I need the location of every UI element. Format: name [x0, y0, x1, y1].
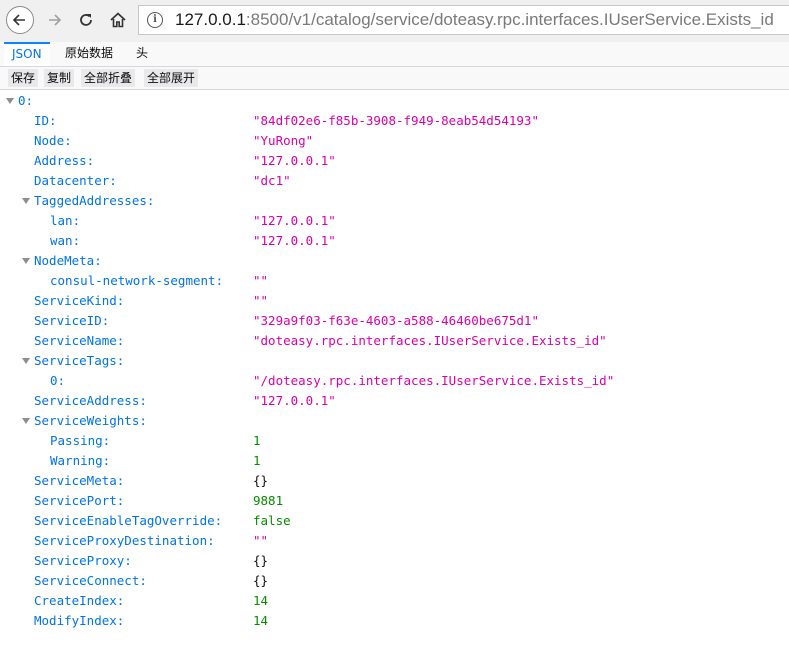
- viewer-tabs: JSON 原始数据 头: [0, 42, 789, 67]
- json-value: {}: [253, 553, 269, 568]
- expand-toggle-icon[interactable]: [6, 98, 14, 104]
- json-key: 0:: [18, 93, 34, 108]
- arrow-left-icon: [12, 14, 25, 26]
- json-key: wan:: [50, 233, 81, 248]
- expand-toggle-icon[interactable]: [22, 418, 30, 424]
- json-value: {}: [253, 573, 269, 588]
- json-value: false: [253, 513, 291, 528]
- browser-toolbar: i 127.0.0.1:8500/v1/catalog/service/dote…: [0, 0, 789, 43]
- json-value: "84df02e6-f85b-3908-f949-8eab54d54193": [253, 113, 539, 128]
- json-key: ServiceKind:: [34, 293, 125, 308]
- json-key: Datacenter:: [34, 173, 117, 188]
- json-key: ID:: [34, 113, 57, 128]
- collapse-all-button[interactable]: 全部折叠: [81, 69, 136, 87]
- expand-toggle-icon[interactable]: [22, 358, 30, 364]
- json-key: consul-network-segment:: [50, 273, 224, 288]
- back-button[interactable]: [6, 6, 34, 34]
- expand-all-button[interactable]: 全部展开: [144, 69, 199, 87]
- json-value: 14: [253, 593, 269, 608]
- reload-button[interactable]: [72, 6, 100, 34]
- json-value: "127.0.0.1": [253, 393, 336, 408]
- reload-icon: [80, 14, 92, 26]
- json-key: Warning:: [50, 453, 111, 468]
- json-value: 1: [253, 453, 261, 468]
- json-key: Node:: [34, 133, 72, 148]
- json-value: "dc1": [253, 173, 291, 188]
- tab-raw-data[interactable]: 原始数据: [57, 42, 121, 66]
- json-value: "": [253, 533, 269, 548]
- json-value: "YuRong": [253, 133, 314, 148]
- json-value: "127.0.0.1": [253, 153, 336, 168]
- json-key: NodeMeta:: [34, 253, 102, 268]
- tab-json[interactable]: JSON: [4, 42, 50, 66]
- address-bar[interactable]: i 127.0.0.1:8500/v1/catalog/service/dote…: [138, 5, 789, 35]
- json-key: ServiceConnect:: [34, 573, 147, 588]
- json-key: 0:: [50, 373, 66, 388]
- url-text: 127.0.0.1:8500/v1/catalog/service/doteas…: [175, 10, 774, 30]
- expand-toggle-icon[interactable]: [22, 258, 30, 264]
- json-key: ServiceMeta:: [34, 473, 125, 488]
- json-value: "": [253, 293, 269, 308]
- json-value: "127.0.0.1": [253, 233, 336, 248]
- forward-button[interactable]: [40, 6, 68, 34]
- json-key: ServiceAddress:: [34, 393, 147, 408]
- json-key: ServicePort:: [34, 493, 125, 508]
- json-value: 9881: [253, 493, 284, 508]
- copy-button[interactable]: 复制: [44, 69, 75, 87]
- expand-toggle-icon[interactable]: [22, 198, 30, 204]
- json-key: TaggedAddresses:: [34, 193, 155, 208]
- json-key: ServiceProxy:: [34, 553, 132, 568]
- json-key: Passing:: [50, 433, 111, 448]
- json-key: ServiceEnableTagOverride:: [34, 513, 223, 528]
- json-key: ModifyIndex:: [34, 613, 125, 628]
- home-icon: [110, 12, 126, 28]
- save-button[interactable]: 保存: [8, 69, 39, 87]
- json-value: {}: [253, 473, 269, 488]
- json-value: 14: [253, 613, 269, 628]
- arrow-right-icon: [49, 14, 62, 26]
- json-toolbar: 保存 复制 全部折叠 全部展开: [0, 67, 789, 90]
- json-key: CreateIndex:: [34, 593, 125, 608]
- json-value: "127.0.0.1": [253, 213, 336, 228]
- json-value: "/doteasy.rpc.interfaces.IUserService.Ex…: [253, 373, 615, 388]
- tab-headers[interactable]: 头: [128, 42, 156, 66]
- info-icon[interactable]: i: [147, 12, 163, 28]
- json-key: ServiceWeights:: [34, 413, 147, 428]
- json-key: ServiceTags:: [34, 353, 125, 368]
- home-button[interactable]: [104, 6, 132, 34]
- json-key: lan:: [50, 213, 81, 228]
- json-key: Address:: [34, 153, 95, 168]
- url-path: :8500/v1/catalog/service/doteasy.rpc.int…: [245, 10, 774, 29]
- json-value: "": [253, 273, 269, 288]
- json-value: "329a9f03-f63e-4603-a588-46460be675d1": [253, 313, 539, 328]
- json-key: ServiceID:: [34, 313, 110, 328]
- url-host: 127.0.0.1: [175, 10, 246, 29]
- json-value: "doteasy.rpc.interfaces.IUserService.Exi…: [253, 333, 607, 348]
- json-key: ServiceProxyDestination:: [34, 533, 215, 548]
- json-key: ServiceName:: [34, 333, 125, 348]
- json-value: 1: [253, 433, 261, 448]
